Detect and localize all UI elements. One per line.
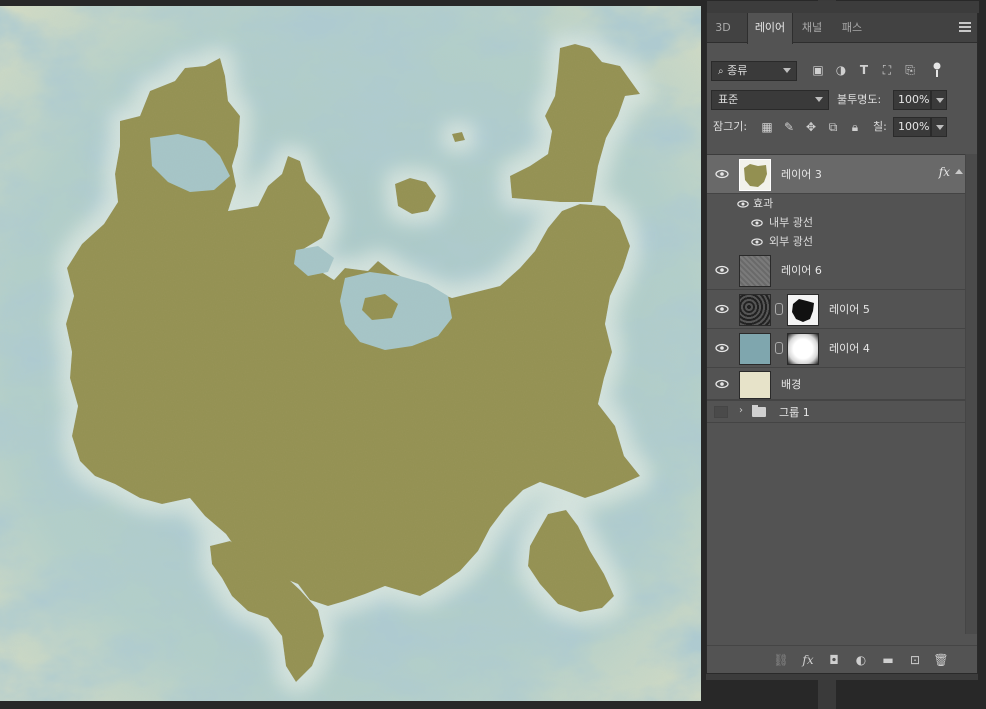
- visibility-toggle-empty[interactable]: [714, 406, 728, 418]
- effect-row-outer-glow[interactable]: 외부 광선: [737, 232, 965, 251]
- layer-thumbnail: [739, 294, 771, 326]
- lock-move-icon[interactable]: ✥: [803, 119, 819, 135]
- layer-thumbnail: [739, 159, 771, 191]
- panel-menu-icon[interactable]: [959, 22, 971, 32]
- workspace-gutter-bottom: [818, 680, 836, 709]
- collapse-effects-icon[interactable]: [955, 169, 963, 174]
- eye-icon[interactable]: [751, 236, 763, 248]
- layer-name[interactable]: 레이어 4: [829, 329, 870, 368]
- tab-paths[interactable]: 패스: [835, 13, 869, 43]
- layer-row-layer3[interactable]: 레이어 3 fx: [707, 155, 965, 194]
- opacity-input[interactable]: 100%: [893, 90, 931, 110]
- add-mask-icon[interactable]: ◘: [826, 652, 842, 668]
- blend-mode-dropdown[interactable]: 표준: [711, 90, 829, 110]
- eye-icon[interactable]: [715, 302, 729, 316]
- filter-pixel-icon[interactable]: ▣: [810, 61, 826, 79]
- layer-row-layer6[interactable]: 레이어 6: [707, 251, 965, 290]
- layer-row-layer5[interactable]: 레이어 5: [707, 290, 965, 329]
- filter-smart-object-icon[interactable]: ⎘: [902, 61, 918, 79]
- filter-toggle-icon[interactable]: [929, 61, 945, 79]
- new-adjustment-layer-icon[interactable]: ◐: [853, 652, 869, 668]
- layers-panel: ◂◂ ✕ 3D 레이어 채널 패스 ⌕ 종류 ▣ ◑ T ⛶ ⎘: [706, 1, 979, 674]
- lock-transparent-icon[interactable]: ▦: [759, 119, 775, 135]
- opacity-label: 불투명도:: [837, 93, 882, 106]
- eye-icon[interactable]: [715, 341, 729, 355]
- filter-row: ⌕ 종류 ▣ ◑ T ⛶ ⎘: [707, 61, 977, 81]
- layer-name[interactable]: 레이어 6: [781, 251, 822, 290]
- paper-grain: [0, 6, 701, 701]
- folder-icon: [752, 405, 766, 417]
- layer-name[interactable]: 레이어 5: [829, 290, 870, 329]
- app-window: ◂◂ ✕ 3D 레이어 채널 패스 ⌕ 종류 ▣ ◑ T ⛶ ⎘: [0, 0, 986, 709]
- effect-row-inner-glow[interactable]: 내부 광선: [737, 213, 965, 232]
- filter-kind-dropdown[interactable]: ⌕ 종류: [711, 61, 797, 81]
- chain-link-icon[interactable]: [775, 303, 783, 315]
- eye-icon[interactable]: [751, 217, 763, 229]
- layer-mask-thumbnail[interactable]: [787, 294, 819, 326]
- new-group-icon[interactable]: ▬: [880, 652, 896, 668]
- layer-thumbnail: [739, 333, 771, 365]
- tab-layers[interactable]: 레이어: [747, 13, 793, 44]
- eye-icon[interactable]: [715, 167, 729, 181]
- fill-slider-button[interactable]: [931, 117, 947, 137]
- layer-mask-thumbnail[interactable]: [787, 333, 819, 365]
- lock-label: 잠그기:: [713, 120, 748, 133]
- link-layers-icon[interactable]: ⛓︎: [773, 652, 789, 668]
- layer-row-layer4[interactable]: 레이어 4: [707, 329, 965, 368]
- panel-tabs: 3D 레이어 채널 패스: [707, 13, 977, 44]
- blend-mode-value: 표준: [718, 93, 739, 106]
- group-name[interactable]: 그룹 1: [779, 401, 810, 424]
- layers-scrollbar[interactable]: [965, 154, 977, 634]
- eye-icon[interactable]: [715, 377, 729, 391]
- effects-header-row[interactable]: 효과: [737, 194, 965, 213]
- tab-channels[interactable]: 채널: [795, 13, 829, 43]
- filter-type-icon[interactable]: T: [856, 61, 872, 79]
- panel-bottom-toolbar: ⛓︎ fx ◘ ◐ ▬ ⊡ 🗑︎: [707, 645, 977, 673]
- layer-group-row[interactable]: › 그룹 1: [707, 400, 965, 423]
- tab-3d[interactable]: 3D: [707, 13, 739, 43]
- lock-row: 잠그기: ▦ ✎ ✥ ⧉ 🔒︎ 칠: 100%: [707, 117, 977, 137]
- search-icon: ⌕: [718, 66, 724, 77]
- trash-icon[interactable]: 🗑︎: [933, 652, 949, 668]
- eye-icon[interactable]: [715, 263, 729, 277]
- layer-thumbnail: [739, 255, 771, 287]
- layer-row-background[interactable]: 배경: [707, 368, 965, 400]
- lock-brush-icon[interactable]: ✎: [781, 119, 797, 135]
- map-artwork: [0, 6, 701, 701]
- fill-label: 칠:: [873, 120, 887, 133]
- effect-label: 내부 광선: [769, 216, 813, 229]
- layers-list: 레이어 3 fx 효과 내부 광선 외부 광선 레이어 6 레이어 5 레이어 …: [707, 154, 965, 429]
- filter-kind-label: 종류: [727, 64, 748, 77]
- panel-title-bar: ◂◂ ✕: [707, 1, 979, 13]
- fill-input[interactable]: 100%: [893, 117, 931, 137]
- opacity-slider-button[interactable]: [931, 90, 947, 110]
- chevron-right-icon[interactable]: ›: [739, 405, 743, 416]
- lock-artboard-icon[interactable]: ⧉: [825, 119, 841, 135]
- layer-effects-badge[interactable]: fx: [939, 165, 950, 179]
- layer-name[interactable]: 배경: [781, 368, 801, 402]
- add-layer-style-icon[interactable]: fx: [800, 652, 816, 668]
- blend-row: 표준 불투명도: 100%: [707, 90, 977, 110]
- eye-icon[interactable]: [737, 198, 749, 210]
- new-layer-icon[interactable]: ⊡: [907, 652, 923, 668]
- filter-shape-icon[interactable]: ⛶: [879, 61, 895, 79]
- layer-name[interactable]: 레이어 3: [781, 155, 822, 194]
- chain-link-icon[interactable]: [775, 342, 783, 354]
- filter-adjustment-icon[interactable]: ◑: [833, 61, 849, 79]
- effect-label: 외부 광선: [769, 235, 813, 248]
- effects-header-label: 효과: [753, 197, 774, 210]
- document-canvas[interactable]: [0, 6, 701, 701]
- layer-thumbnail: [739, 371, 771, 399]
- lock-all-icon[interactable]: 🔒︎: [847, 119, 863, 135]
- panel-bottom-edge: [706, 674, 978, 680]
